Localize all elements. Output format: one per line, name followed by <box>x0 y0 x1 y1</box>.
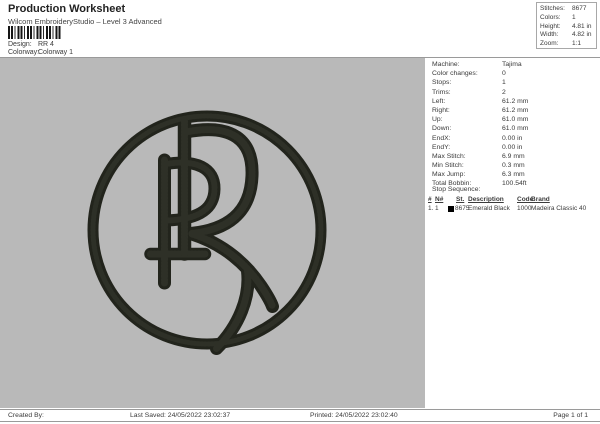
last-saved-label: Last Saved: 24/05/2022 23:02:37 <box>130 412 231 419</box>
rr-monogram-design <box>87 110 327 355</box>
stop-sequence-header: # N# St. Description Code Brand <box>425 196 600 204</box>
down-row: Down: 61.0 mm <box>432 125 529 133</box>
machine-row: Machine: Tajima <box>432 61 522 68</box>
design-label: Design: <box>8 41 32 48</box>
colorway-label: Colorway: <box>8 49 40 56</box>
app-subtitle: Wilcom EmbroideryStudio – Level 3 Advanc… <box>8 17 162 26</box>
stat-height: Height: 4.81 in <box>540 22 592 30</box>
col-brand: Brand <box>531 196 550 203</box>
design-stats-box: Stitches: 8677 Colors: 1 Height: 4.81 in Wi… <box>536 2 597 49</box>
machine-info-panel: Machine: Tajima Color changes: 0 Stops: 1 T… <box>425 58 600 408</box>
color-changes-row: Color changes: 0 <box>432 70 506 78</box>
created-by-label: Created By: <box>8 412 44 419</box>
stat-zoom: Zoom: 1:1 <box>540 40 582 48</box>
col-num: # <box>428 196 432 203</box>
design-preview-canvas <box>0 58 425 408</box>
left-row: Left: 61.2 mm <box>432 97 529 105</box>
min-stitch-row: Min Stitch: 0.3 mm <box>432 162 525 170</box>
max-jump-row: Max Jump: 6.3 mm <box>432 171 525 179</box>
col-description: Description <box>468 196 504 203</box>
trims-row: Trims: 2 <box>432 88 506 96</box>
stops-row: Stops: 1 <box>432 79 506 87</box>
design-barcode <box>8 26 62 39</box>
design-row: Design: RR 4 <box>8 41 54 48</box>
col-n: N# <box>435 196 444 203</box>
page-number: Page 1 of 1 <box>553 412 588 419</box>
worksheet-footer: Created By: Last Saved: 24/05/2022 23:02… <box>0 409 600 422</box>
colorway-value: Colorway 1 <box>38 49 74 56</box>
max-stitch-row: Max Stitch: 6.9 mm <box>432 152 525 160</box>
col-st: St. <box>456 196 465 203</box>
design-value: RR 4 <box>38 41 54 48</box>
endy-row: EndY: 0.00 in <box>432 143 523 151</box>
up-row: Up: 61.0 mm <box>432 116 529 124</box>
production-worksheet-page: Production Worksheet Wilcom EmbroiderySt… <box>0 0 600 424</box>
thread-color-swatch <box>448 206 454 212</box>
colorway-row: Colorway:Colorway 1 <box>8 49 73 56</box>
stat-stitches: Stitches: 8677 <box>540 5 587 12</box>
right-row: Right: 61.2 mm <box>432 106 529 114</box>
stat-colors: Colors: 1 <box>540 13 576 21</box>
stat-width: Width: 4.82 in <box>540 31 592 39</box>
worksheet-header: Production Worksheet Wilcom EmbroiderySt… <box>0 0 600 58</box>
stop-sequence-title: Stop Sequence: <box>432 186 481 193</box>
page-title: Production Worksheet <box>8 3 126 15</box>
endx-row: EndX: 0.00 in <box>432 134 523 142</box>
printed-label: Printed: 24/05/2022 23:02:40 <box>310 412 398 419</box>
machine-info-list: Machine: Tajima Color changes: 0 Stops: 1 T… <box>432 60 598 189</box>
table-row: 1. 1 8675 Emerald Black 1000 Madeira Cla… <box>428 205 587 212</box>
